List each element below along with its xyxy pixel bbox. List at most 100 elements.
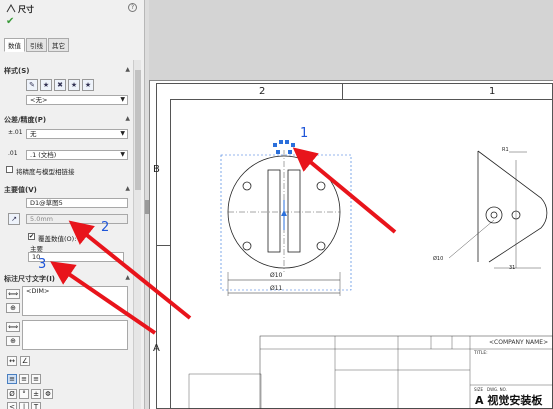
dim-text-3: Ø10: [433, 256, 444, 262]
dimension-handle: [288, 150, 292, 154]
dim-text-lower-icon[interactable]: ⊕: [6, 336, 20, 346]
side-profile: [477, 150, 548, 263]
style-dropdown-value: <无>: [30, 96, 48, 104]
dimension-text-box[interactable]: <DIM>: [22, 286, 128, 316]
precision-icon: .01: [8, 150, 18, 157]
panel-title-text: 尺寸: [18, 5, 34, 14]
dimension-handle: [279, 140, 283, 144]
text-position-icon[interactable]: ↔: [7, 356, 17, 366]
dimension-handle: [276, 150, 280, 154]
tolerance-header-text: 公差/精度(P): [4, 116, 47, 124]
diameter-symbol-button[interactable]: Ø: [7, 389, 17, 399]
property-manager-panel: 尺寸 ✔ ? 数值 引线 其它 样式(S) ▲ ✎ ★ ✖ ★ ★ <无> ▼ 公差…: [0, 0, 145, 409]
hole-tl: [242, 181, 252, 191]
dimension-text-box-lower[interactable]: [22, 320, 128, 350]
phi-symbol-button[interactable]: Φ: [43, 389, 53, 399]
collapse-caret-icon[interactable]: ▲: [125, 66, 130, 73]
dimension-value-field[interactable]: 5.0mm: [26, 214, 128, 224]
drawing-views-svg: [188, 140, 553, 409]
style-default-icon[interactable]: ★: [40, 79, 52, 91]
collapse-caret-icon[interactable]: ▲: [125, 185, 130, 192]
style-load-icon[interactable]: ★: [82, 79, 94, 91]
precision-dropdown[interactable]: .1 (文档) ▼: [26, 150, 128, 160]
more-symbols-button[interactable]: <: [7, 402, 17, 409]
scrollbar-thumb[interactable]: [135, 70, 141, 190]
style-apply-icon[interactable]: ✎: [26, 79, 38, 91]
dim-text-1: Ø10: [270, 272, 283, 279]
precision-value: .1 (文档): [30, 151, 57, 159]
ok-check-icon[interactable]: ✔: [6, 16, 14, 27]
side-hole-small: [490, 211, 498, 219]
leader-line: [448, 219, 495, 259]
dim-text-mid-icon[interactable]: ⊕: [6, 303, 20, 313]
proprietary-block: [188, 373, 262, 409]
tab-other[interactable]: 其它: [48, 38, 69, 52]
chevron-down-icon: ▼: [120, 130, 125, 137]
align-right-icon[interactable]: ≡: [31, 374, 41, 384]
drawing-canvas[interactable]: 2 1 B A Ø10 Ø11 Ø10 31 R1 <COMPANY NAME>…: [149, 0, 553, 409]
tab-value[interactable]: 数值: [4, 38, 25, 52]
tab-leaders[interactable]: 引线: [26, 38, 47, 52]
link-precision-label: 将精度与模型相链接: [16, 168, 75, 176]
dimension-name-value: D1@草图5: [30, 199, 63, 207]
dimension-handle: [273, 143, 277, 147]
override-value-checkbox[interactable]: ✔: [28, 233, 35, 240]
primary-header-text: 主要值(V): [4, 186, 37, 194]
panel-tabs: 数值 引线 其它: [4, 38, 70, 52]
dim-text-r1: R1: [502, 147, 509, 153]
hole-br: [316, 241, 326, 251]
help-icon[interactable]: ?: [128, 3, 137, 12]
slot-left: [267, 169, 281, 253]
align-left-icon[interactable]: ≡: [7, 374, 17, 384]
text-angle-icon[interactable]: ∠: [20, 356, 30, 366]
degree-symbol-button[interactable]: °: [19, 389, 29, 399]
symbol-button-2[interactable]: |: [19, 402, 29, 409]
plusminus-symbol-button[interactable]: ±: [31, 389, 41, 399]
dim-text-2: Ø11: [270, 285, 283, 292]
slot-right: [287, 169, 301, 253]
style-dropdown[interactable]: <无> ▼: [26, 95, 128, 105]
tolerance-section-header[interactable]: 公差/精度(P) ▲: [4, 115, 132, 125]
dimension-name-field[interactable]: D1@草图5: [26, 198, 128, 208]
dim-text-bottom-icon[interactable]: ⟺: [6, 322, 20, 332]
style-delete-icon[interactable]: ✖: [54, 79, 66, 91]
title-label: TITLE:: [474, 351, 488, 356]
style-header-text: 样式(S): [4, 67, 30, 75]
dim-text-top-icon[interactable]: ⟺: [6, 289, 20, 299]
dimension-text-section-header[interactable]: 标注尺寸文字(I) ▲: [4, 274, 132, 284]
dimension-value: 5.0mm: [30, 215, 54, 223]
dimtext-header-text: 标注尺寸文字(I): [4, 275, 56, 283]
callout-number-2: 2: [101, 220, 110, 235]
primary-value-section-header[interactable]: 主要值(V) ▲: [4, 185, 132, 195]
style-section-header[interactable]: 样式(S) ▲: [4, 66, 132, 76]
tolerance-type-dropdown[interactable]: 无 ▼: [26, 129, 128, 139]
link-precision-checkbox[interactable]: [6, 166, 13, 173]
dim-text-4: 31: [509, 265, 516, 271]
collapse-caret-icon[interactable]: ▲: [125, 115, 130, 122]
style-save-icon[interactable]: ★: [68, 79, 80, 91]
dimension-handle: [285, 140, 289, 144]
hole-tr: [316, 181, 326, 191]
collapse-caret-icon[interactable]: ▲: [125, 274, 130, 281]
symbol-button-3[interactable]: T: [31, 402, 41, 409]
chevron-down-icon: ▼: [120, 151, 125, 158]
tolerance-type-value: 无: [30, 130, 37, 138]
panel-scrollbar[interactable]: [133, 60, 141, 409]
panel-title: 尺寸: [6, 3, 34, 15]
drawing-title-watermark: A 视觉安装板: [475, 394, 543, 407]
override-value-label: 覆盖数值(O):: [38, 235, 77, 243]
selected-dimension-arrow: [281, 210, 287, 216]
callout-number-1: 1: [300, 126, 309, 141]
chevron-down-icon: ▼: [120, 96, 125, 103]
hole-bl: [242, 241, 252, 251]
tolerance-type-icon: ±.01: [8, 129, 23, 136]
side-hole-big: [485, 206, 503, 224]
dimension-text-value: <DIM>: [26, 287, 50, 295]
align-center-icon[interactable]: ≡: [19, 374, 29, 384]
callout-number-3: 3: [38, 257, 47, 272]
company-name: <COMPANY NAME>: [489, 339, 549, 346]
selection-box: [220, 154, 352, 291]
dimension-icon: [6, 3, 16, 13]
dimension-arrow-icon: ↗: [8, 213, 20, 225]
dimension-handle: [291, 143, 295, 147]
